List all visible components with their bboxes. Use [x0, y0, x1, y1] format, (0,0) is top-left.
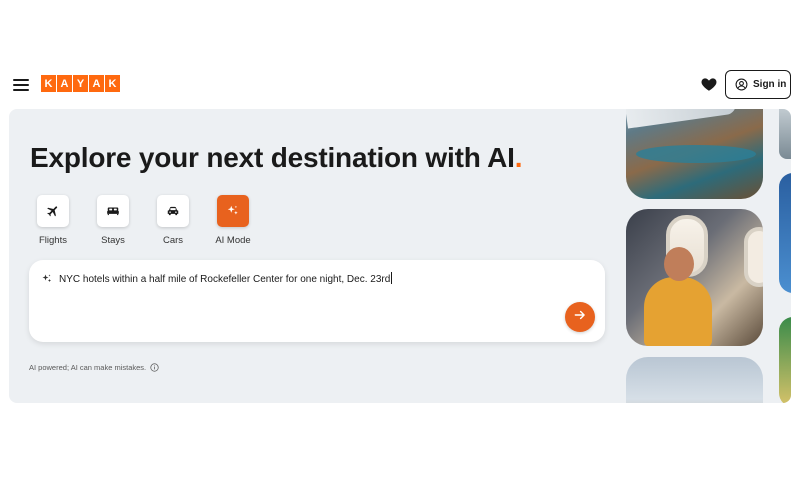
- logo-letter: Y: [73, 75, 88, 92]
- tab-cars[interactable]: Cars: [157, 195, 189, 246]
- destination-photo-airplane-window: [626, 209, 763, 346]
- kayak-logo[interactable]: K A Y A K: [41, 75, 120, 94]
- sign-in-button[interactable]: Sign in: [725, 70, 791, 99]
- vertical-tabs: Flights Stays Cars AI Mode: [37, 195, 251, 246]
- bed-icon: [97, 195, 129, 227]
- car-icon: [157, 195, 189, 227]
- ai-disclaimer: AI powered; AI can make mistakes.: [29, 363, 159, 372]
- destination-photo-edge: [779, 173, 791, 293]
- logo-letter: A: [57, 75, 72, 92]
- logo-letter: A: [89, 75, 104, 92]
- tab-ai-mode-label: AI Mode: [215, 235, 251, 246]
- heart-icon[interactable]: [700, 75, 718, 93]
- tab-stays[interactable]: Stays: [97, 195, 129, 246]
- tab-ai-mode[interactable]: AI Mode: [215, 195, 251, 246]
- search-query-text: NYC hotels within a half mile of Rockefe…: [59, 274, 391, 285]
- sparkle-icon: [217, 195, 249, 227]
- sign-in-label: Sign in: [753, 79, 787, 90]
- top-header: K A Y A K Sign in: [0, 66, 800, 104]
- logo-letter: K: [105, 75, 120, 92]
- logo-letter: K: [41, 75, 56, 92]
- destination-photo-canyon: [626, 109, 763, 199]
- airplane-icon: [37, 195, 69, 227]
- ai-search-box[interactable]: NYC hotels within a half mile of Rockefe…: [29, 260, 605, 342]
- destination-photo-edge: [779, 317, 791, 403]
- arrow-right-icon: [573, 308, 587, 327]
- search-input[interactable]: NYC hotels within a half mile of Rockefe…: [59, 272, 393, 285]
- destination-photo-sky: [626, 357, 763, 403]
- sparkle-icon: [41, 272, 53, 284]
- text-caret: [391, 272, 393, 284]
- headline-dot: .: [514, 142, 523, 173]
- hamburger-menu-icon[interactable]: [12, 76, 30, 92]
- info-icon[interactable]: [150, 363, 159, 372]
- tab-flights[interactable]: Flights: [37, 195, 69, 246]
- hero-section: Explore your next destination with AI. F…: [9, 109, 791, 403]
- destination-photo-edge: [779, 109, 791, 159]
- tab-flights-label: Flights: [39, 235, 67, 246]
- tab-cars-label: Cars: [162, 235, 184, 246]
- submit-search-button[interactable]: [565, 302, 595, 332]
- user-circle-icon: [735, 78, 748, 91]
- page-title: Explore your next destination with AI.: [30, 142, 523, 174]
- disclaimer-text: AI powered; AI can make mistakes.: [29, 363, 147, 372]
- headline-text: Explore your next destination with AI: [30, 142, 515, 173]
- tab-stays-label: Stays: [101, 235, 125, 246]
